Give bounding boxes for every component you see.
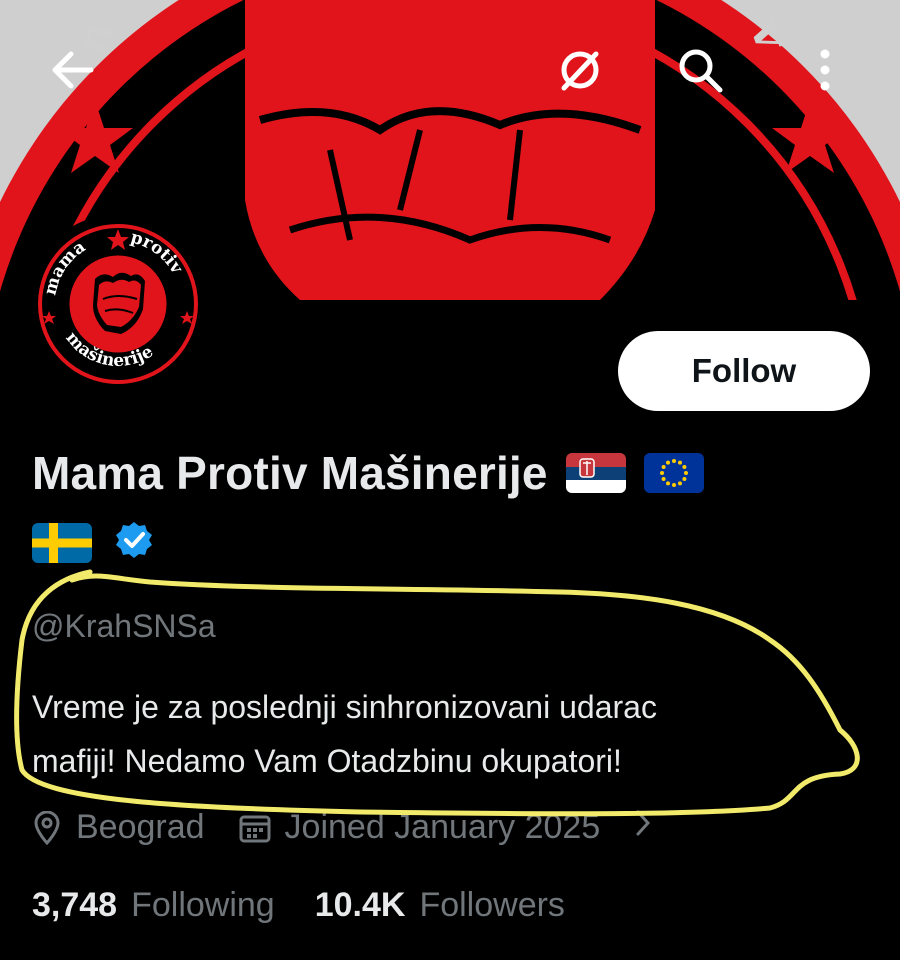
search-icon: [676, 46, 724, 99]
location-text: Beograd: [76, 808, 205, 846]
back-button[interactable]: [32, 32, 112, 112]
following-label: Following: [131, 886, 275, 924]
avatar-logo: mama protiv mašinerije: [34, 220, 202, 388]
followers-link[interactable]: 10.4K Followers: [315, 886, 565, 925]
followers-label: Followers: [419, 886, 565, 924]
sweden-flag: [32, 522, 92, 563]
avatar[interactable]: mama protiv mašinerije: [28, 214, 208, 394]
chevron-right-icon[interactable]: [634, 808, 652, 847]
following-count: 3,748: [32, 886, 118, 924]
bio-line: Vreme je za poslednji sinhronizovani uda…: [32, 689, 657, 725]
profile-stats: 3,748 Following 10.4K Followers: [32, 886, 565, 925]
grok-icon: [556, 46, 604, 99]
display-name: Mama Protiv Mašinerije: [32, 447, 548, 499]
joined-date: Joined January 2025: [284, 808, 601, 846]
more-button[interactable]: [785, 32, 865, 112]
followers-count: 10.4K: [314, 886, 406, 924]
follow-button[interactable]: Follow: [618, 331, 870, 411]
calendar-icon: [239, 813, 271, 843]
display-name-row: Mama Protiv Mašinerije: [32, 446, 704, 500]
following-link[interactable]: 3,748 Following: [32, 886, 275, 925]
eu-flag: [643, 453, 704, 493]
verified-badge-icon[interactable]: [114, 520, 154, 565]
serbia-flag: [565, 453, 626, 493]
location-pin-icon: [32, 810, 62, 845]
back-arrow-icon: [49, 50, 95, 95]
handle: @KrahSNSa: [32, 608, 216, 644]
bio: Vreme je za poslednji sinhronizovani uda…: [32, 680, 852, 788]
grok-button[interactable]: [540, 32, 620, 112]
bio-line: mafiji! Nedamo Vam Otadzbinu okupatori!: [32, 743, 622, 779]
search-button[interactable]: [660, 32, 740, 112]
profile-meta: Beograd Joined January 2025: [32, 808, 652, 847]
badges-row: [32, 520, 154, 565]
more-vertical-icon: [818, 47, 832, 98]
